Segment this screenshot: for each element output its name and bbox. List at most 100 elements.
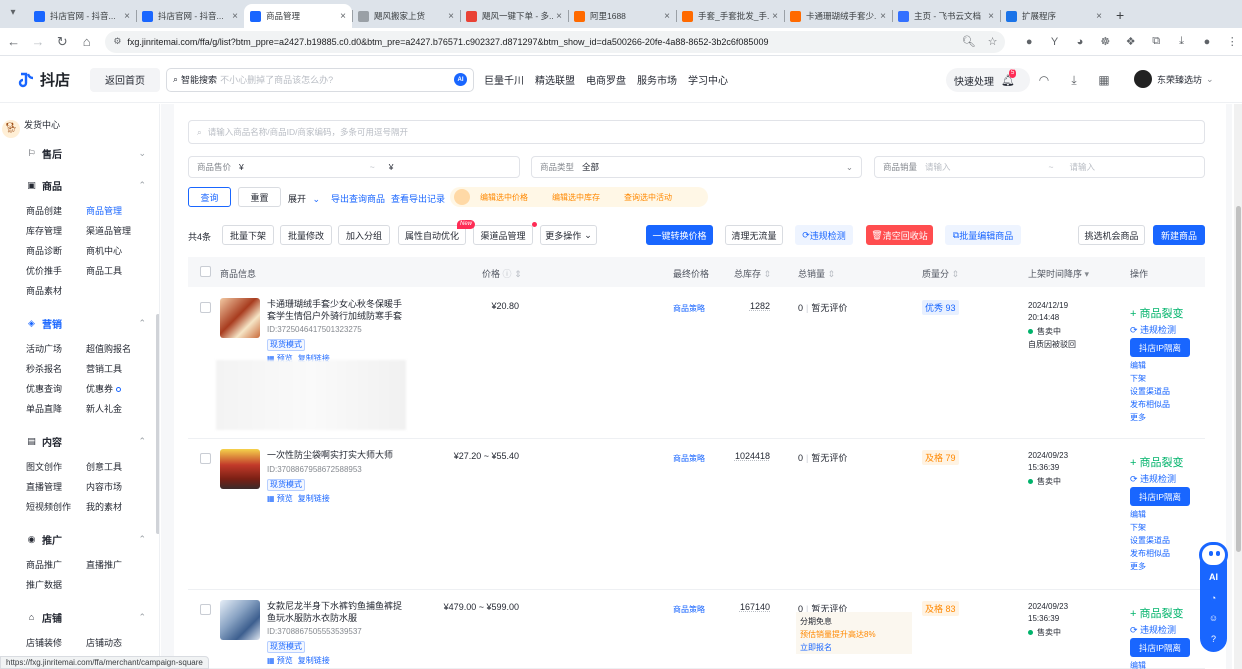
sidebar-item-1-3[interactable]: 渠道品管理: [86, 224, 131, 237]
sidebar-item-5-1[interactable]: 店铺动态: [86, 636, 122, 649]
sidebar-item-3-1[interactable]: 创意工具: [86, 460, 122, 473]
close-tab-icon[interactable]: ×: [556, 11, 562, 22]
extension-icon[interactable]: ❖: [1121, 32, 1140, 52]
sidebar-item-2-2[interactable]: 秒杀报名: [26, 362, 62, 375]
zoom-icon[interactable]: 🔍︎: [962, 35, 976, 48]
toolbar-button-1[interactable]: 批量修改: [280, 225, 332, 245]
sidebar-item-4-0[interactable]: 商品推广: [26, 558, 62, 571]
top-nav-item-3[interactable]: 服务市场: [637, 72, 677, 87]
sidebar-item-2-3[interactable]: 营销工具: [86, 362, 122, 375]
quality-score[interactable]: 及格 79: [922, 450, 959, 465]
product-image[interactable]: [220, 298, 260, 338]
goods-type-select[interactable]: 商品类型 全部 ⌄: [531, 156, 862, 178]
scroll-thumb[interactable]: [1236, 206, 1241, 552]
violation-check-link[interactable]: ⟳ 违规检测: [1130, 472, 1176, 485]
sidebar-item-2-7[interactable]: 新人礼金: [86, 402, 122, 415]
promo-item-1[interactable]: 编辑选中库存: [552, 192, 600, 203]
col-quality[interactable]: 质量分 ⇕: [922, 267, 959, 280]
sidebar-item-2-1[interactable]: 超值购报名: [86, 342, 131, 355]
product-stock[interactable]: 1024418: [735, 451, 770, 461]
chat-icon[interactable]: ☺: [1200, 613, 1227, 623]
top-nav-item-2[interactable]: 电商罗盘: [586, 72, 626, 87]
sidebar-item-1-8[interactable]: 商品素材: [26, 284, 62, 297]
help-icon[interactable]: ?: [1200, 634, 1227, 644]
promo-item-0[interactable]: 编辑选中价格: [480, 192, 528, 203]
sidebar-section-2[interactable]: ◈ 营销 ⌃: [26, 316, 146, 331]
smart-search-input[interactable]: ⌕ 智能搜索 不小心删掉了商品该怎么办? AI: [166, 67, 474, 92]
home-button[interactable]: 返回首页: [90, 67, 160, 92]
product-title[interactable]: 卡通珊瑚绒手套少女心秋冬保暖手套学生情侣户外骑行加绒防寒手套: [267, 298, 407, 322]
sidebar-section-5[interactable]: ⌂ 店铺 ⌃: [26, 610, 146, 625]
new-tab-button[interactable]: +: [1108, 4, 1132, 28]
quality-score[interactable]: 优秀 93: [922, 300, 959, 315]
ai-assistant-button[interactable]: AI: [1200, 572, 1227, 582]
sidebar-item-1-1[interactable]: 商品管理: [86, 204, 122, 217]
sidebar-item-1-4[interactable]: 商品诊断: [26, 244, 62, 257]
tab-9[interactable]: 扩展程序 ×: [1000, 4, 1108, 28]
clear-recycle-button[interactable]: 🗑︎ 清空回收站: [866, 225, 933, 245]
row-op-link-4[interactable]: 更多: [1130, 561, 1146, 572]
row-checkbox[interactable]: [200, 453, 211, 464]
tab-8[interactable]: 主页 - 飞书云文档 ×: [892, 4, 1000, 28]
row-op-link-3[interactable]: 发布相似品: [1130, 548, 1170, 559]
reload-icon[interactable]: ↻: [52, 31, 73, 53]
support-icon[interactable]: ◔: [1200, 593, 1227, 603]
site-info-icon[interactable]: ⚙: [113, 36, 121, 47]
row-op-link-1[interactable]: 下架: [1130, 522, 1146, 533]
top-nav-item-4[interactable]: 学习中心: [688, 72, 728, 87]
top-nav-item-0[interactable]: 巨量千川: [484, 72, 524, 87]
keyword-search-input[interactable]: ⌕ 请输入商品名称/商品ID/商家编码，多条可用逗号隔开: [188, 120, 1205, 144]
col-listing-time[interactable]: 上架时间降序 ▾: [1028, 267, 1089, 280]
sidebar-item-4-2[interactable]: 推广数据: [26, 578, 62, 591]
page-scrollbar[interactable]: [1234, 104, 1242, 669]
goods-split-link[interactable]: + 商品裂变: [1130, 454, 1183, 470]
expand-button[interactable]: 展开 ⌄: [288, 192, 320, 205]
extensions-puzzle-icon[interactable]: ⧉: [1146, 32, 1165, 52]
toolbar-button-5[interactable]: 更多操作 ⌄: [540, 225, 597, 245]
sidebar-section-4[interactable]: ◉ 推广 ⌃: [26, 532, 146, 547]
reset-button[interactable]: 重置: [238, 187, 281, 207]
sidebar-item-3-0[interactable]: 图文创作: [26, 460, 62, 473]
batch-edit-button[interactable]: ⧉ 批量编辑商品: [945, 225, 1021, 245]
col-price[interactable]: 价格 ⓘ ⇕: [482, 267, 522, 280]
select-all-checkbox[interactable]: [200, 266, 211, 277]
address-bar[interactable]: ⚙ fxg.jinritemai.com/ffa/g/list?btm_ppre…: [105, 30, 1006, 53]
extension-icon[interactable]: ☸: [1096, 32, 1115, 52]
row-op-link-3[interactable]: 发布相似品: [1130, 399, 1170, 410]
one-click-price-button[interactable]: 一键转换价格: [646, 225, 713, 245]
row-checkbox[interactable]: [200, 302, 211, 313]
tab-4[interactable]: 飓风一键下单 - 多... ×: [460, 4, 568, 28]
sidebar-item-3-3[interactable]: 内容市场: [86, 480, 122, 493]
row-op-link-1[interactable]: 下架: [1130, 373, 1146, 384]
bell-icon[interactable]: 🔔︎ 5: [1001, 68, 1017, 87]
goods-split-link[interactable]: + 商品裂变: [1130, 605, 1183, 621]
quality-score[interactable]: 及格 83: [922, 601, 959, 616]
query-button[interactable]: 查询: [188, 187, 231, 207]
violation-check-button[interactable]: ⟳ 违规检测: [795, 225, 853, 245]
row-checkbox[interactable]: [200, 604, 211, 615]
toolbar-button-0[interactable]: 批量下架: [222, 225, 274, 245]
tab-search-icon[interactable]: ▾: [6, 6, 20, 20]
ip-isolation-button[interactable]: 抖店IP隔离: [1130, 638, 1190, 657]
toolbar-button-3[interactable]: 属性自动优化: [398, 225, 466, 245]
goods-strategy-link[interactable]: 商品策略: [673, 604, 705, 615]
extension-icon[interactable]: Y: [1045, 32, 1064, 52]
product-image[interactable]: [220, 600, 260, 640]
sidebar-section-1[interactable]: ▣ 商品 ⌃: [26, 178, 146, 193]
toolbar-button-2[interactable]: 加入分组: [338, 225, 390, 245]
sidebar-item-3-2[interactable]: 直播管理: [26, 480, 62, 493]
tab-6[interactable]: 手套_手套批发_手... ×: [676, 4, 784, 28]
violation-check-link[interactable]: ⟳ 违规检测: [1130, 323, 1176, 336]
download-icon[interactable]: ⤓: [1172, 32, 1191, 52]
row-op-link-0[interactable]: 编辑: [1130, 660, 1146, 669]
close-tab-icon[interactable]: ×: [448, 11, 454, 22]
col-sales[interactable]: 总销量 ⇕: [798, 267, 835, 280]
extension-icon[interactable]: ◕: [1070, 32, 1089, 52]
row-op-link-0[interactable]: 编辑: [1130, 509, 1146, 520]
close-tab-icon[interactable]: ×: [340, 11, 346, 22]
sidebar-item-5-0[interactable]: 店铺装修: [26, 636, 62, 649]
export-query-link[interactable]: 导出查询商品: [331, 192, 385, 205]
ai-icon[interactable]: AI: [454, 73, 467, 86]
close-tab-icon[interactable]: ×: [124, 11, 130, 22]
sales-range-input[interactable]: 商品销量 请输入 ~ 请输入: [874, 156, 1205, 178]
